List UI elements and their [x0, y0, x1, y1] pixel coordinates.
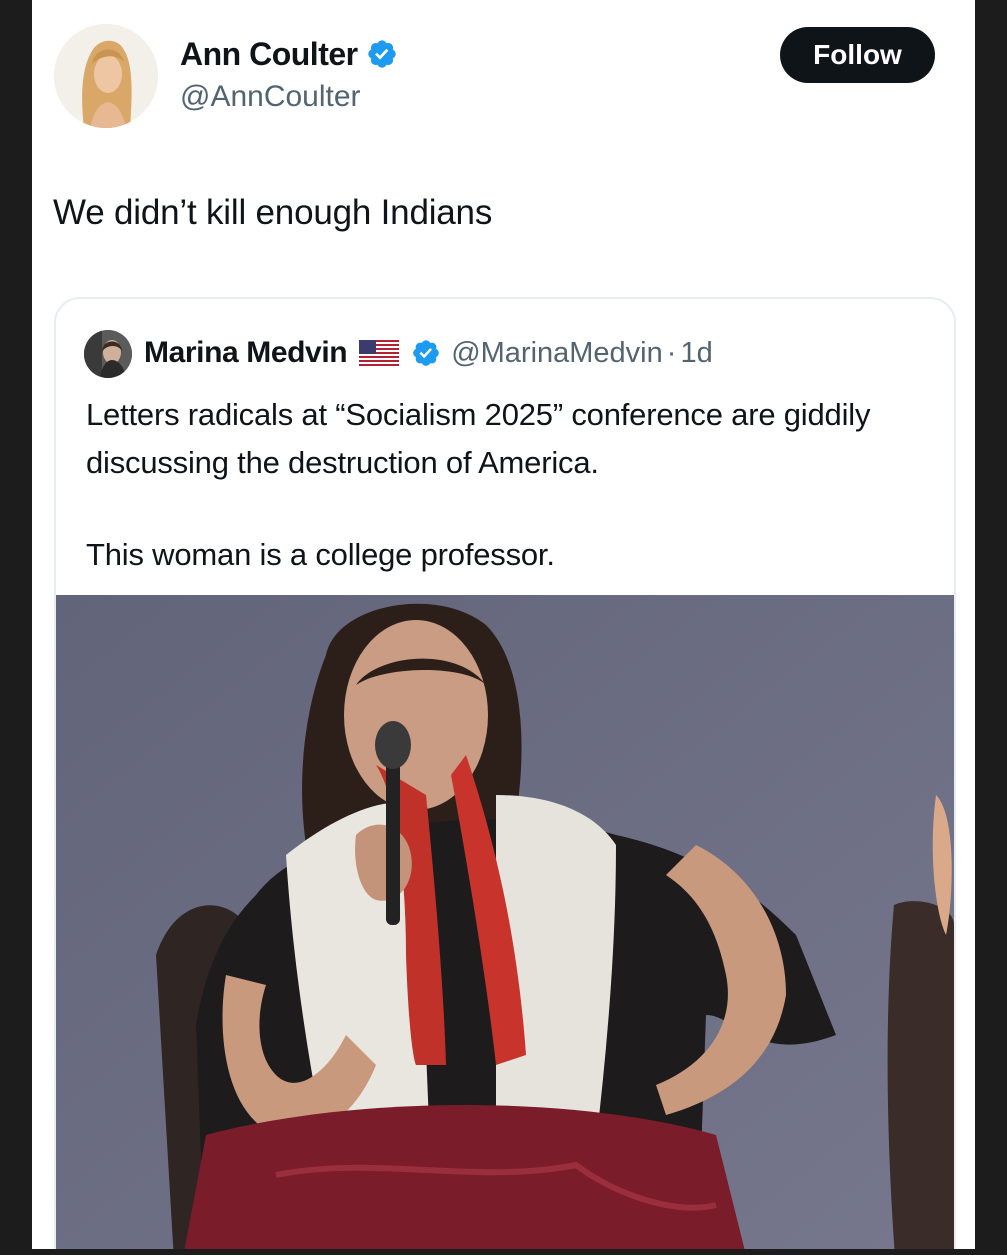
follow-button[interactable]: Follow [780, 27, 935, 83]
quoted-tweet-text: Letters radicals at “Socialism 2025” con… [86, 391, 936, 579]
tweet-text: We didn’t kill enough Indians [53, 193, 493, 232]
verified-badge-icon [366, 38, 398, 70]
quoted-author-avatar[interactable] [84, 330, 132, 378]
verified-badge-icon [411, 338, 441, 368]
screen-frame-right [975, 0, 1007, 1255]
quoted-paragraph: This woman is a college professor. [86, 537, 555, 572]
us-flag-icon [359, 340, 400, 366]
quoted-paragraph: Letters radicals at “Socialism 2025” con… [86, 397, 871, 480]
quoted-timestamp[interactable]: 1d [680, 337, 712, 370]
quoted-media-photo[interactable] [56, 595, 954, 1249]
author-display-name[interactable]: Ann Coulter [180, 36, 358, 73]
quoted-tweet[interactable]: Marina Medvin @MarinaMedvin · 1d Letters… [54, 297, 956, 1249]
screen-frame-bottom [0, 1249, 1007, 1255]
author-avatar[interactable] [54, 24, 158, 128]
tweet-card: Ann Coulter @AnnCoulter Follow We didn’t… [32, 0, 975, 1249]
separator-dot: · [666, 336, 677, 369]
screen-frame-left [0, 0, 32, 1255]
quoted-header: Marina Medvin @MarinaMedvin · 1d [144, 333, 713, 373]
author-handle[interactable]: @AnnCoulter [180, 80, 361, 114]
quoted-author-name[interactable]: Marina Medvin [144, 336, 348, 370]
quoted-author-handle[interactable]: @MarinaMedvin [451, 337, 663, 370]
author-name-row: Ann Coulter [180, 34, 398, 74]
